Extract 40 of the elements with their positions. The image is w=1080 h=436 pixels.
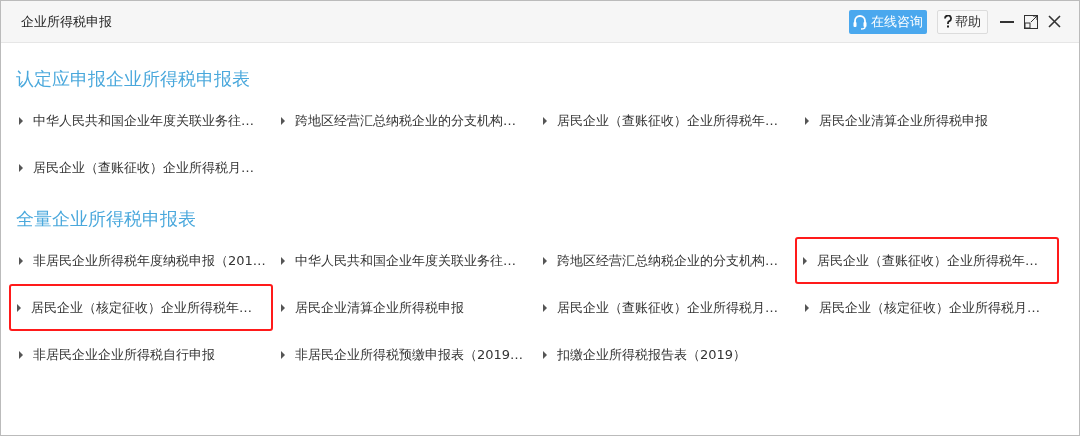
- form-item[interactable]: 跨地区经营汇总纳税企业的分支机构…: [535, 237, 797, 284]
- form-item[interactable]: 跨地区经营汇总纳税企业的分支机构…: [273, 97, 535, 144]
- form-item[interactable]: 非居民企业企业所得税自行申报: [11, 331, 273, 378]
- form-item[interactable]: 扣缴企业所得税报告表（2019）: [535, 331, 797, 378]
- caret-right-icon: [19, 350, 23, 359]
- form-item[interactable]: 中华人民共和国企业年度关联业务往…: [11, 97, 273, 144]
- maximize-icon[interactable]: [1024, 14, 1038, 29]
- close-icon[interactable]: [1048, 15, 1061, 28]
- caret-right-icon: [281, 350, 285, 359]
- section-title: 全量企业所得税申报表: [15, 206, 197, 231]
- caret-right-icon: [543, 256, 547, 265]
- caret-right-icon: [543, 350, 547, 359]
- question-mark-icon: [944, 15, 952, 28]
- highlighted-form-item[interactable]: 居民企业（查账征收）企业所得税年…: [795, 237, 1059, 284]
- help-button[interactable]: 帮助: [937, 9, 988, 34]
- highlighted-form-item[interactable]: 居民企业（核定征收）企业所得税年…: [9, 284, 273, 331]
- caret-right-icon: [543, 303, 547, 312]
- form-item[interactable]: 非居民企业所得税预缴申报表（2019…: [273, 331, 535, 378]
- form-item[interactable]: 居民企业清算企业所得税申报: [273, 284, 535, 331]
- form-item[interactable]: 居民企业（查账征收）企业所得税年…: [535, 97, 797, 144]
- caret-right-icon: [281, 256, 285, 265]
- form-item[interactable]: 居民企业（核定征收）企业所得税月…: [797, 284, 1059, 331]
- caret-right-icon: [805, 116, 809, 125]
- form-item[interactable]: 居民企业清算企业所得税申报: [797, 97, 1059, 144]
- caret-right-icon: [805, 303, 809, 312]
- caret-right-icon: [19, 116, 23, 125]
- headset-icon: [853, 13, 867, 30]
- caret-right-icon: [19, 163, 23, 172]
- form-item[interactable]: 中华人民共和国企业年度关联业务往…: [273, 237, 535, 284]
- caret-right-icon: [803, 256, 807, 265]
- caret-right-icon: [543, 116, 547, 125]
- form-item[interactable]: 非居民企业所得税年度纳税申报（201…: [11, 237, 273, 284]
- caret-right-icon: [281, 116, 285, 125]
- caret-right-icon: [17, 303, 21, 312]
- form-item[interactable]: 居民企业（查账征收）企业所得税月…: [535, 284, 797, 331]
- window-title: 企业所得税申报: [21, 12, 112, 31]
- caret-right-icon: [281, 303, 285, 312]
- form-item[interactable]: 居民企业（查账征收）企业所得税月…: [11, 144, 273, 191]
- caret-right-icon: [19, 256, 23, 265]
- section-title: 认定应申报企业所得税申报表: [15, 66, 251, 91]
